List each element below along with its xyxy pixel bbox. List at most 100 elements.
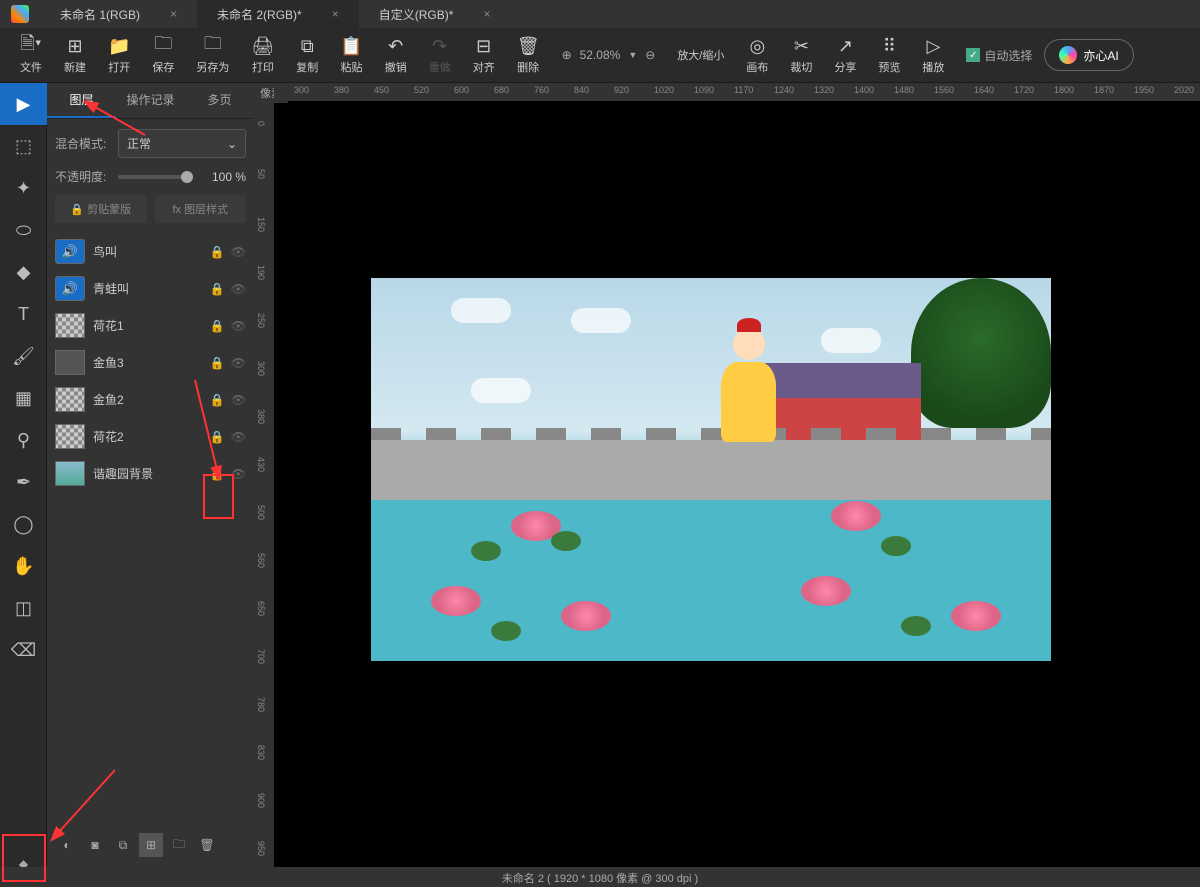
lock-icon[interactable]: 🔒 [210,467,225,481]
crop-tool[interactable]: ◫ [0,587,47,629]
saveas-button[interactable]: 🗀另存为 [186,31,239,79]
zoom-out-icon[interactable]: ⊖ [645,48,655,62]
tab-pages[interactable]: 多页 [185,83,254,118]
tab-1-label: 未命名 1(RGB) [60,6,140,23]
layer-name: 荷花2 [93,428,202,445]
lock-icon[interactable]: 🔒 [210,319,225,333]
layer-thumb: 🔊 [55,239,85,264]
brush-tool[interactable]: 🖌 [0,335,47,377]
layer-name: 金鱼3 [93,354,202,371]
tab-layers[interactable]: 图层 [47,83,116,118]
layer-item[interactable]: 🔊 鸟叫 🔒👁 [47,233,254,270]
ai-button[interactable]: 亦心AI [1044,39,1133,71]
open-button[interactable]: 📁打开 [98,31,140,79]
canvas[interactable] [371,278,1051,661]
clip-mask-button[interactable]: 🔒 剪贴蒙版 [55,195,147,223]
undo-button[interactable]: ↶撤销 [375,31,417,79]
tab-1[interactable]: 未命名 1(RGB) × [40,0,197,28]
app-logo [0,5,40,23]
lock-icon[interactable]: 🔒 [210,245,225,259]
shape-tool[interactable]: ◯ [0,503,47,545]
lock-icon[interactable]: 🔒 [210,393,225,407]
merge-icon[interactable]: ⧉ [111,833,135,857]
eye-icon[interactable]: 👁 [231,356,246,370]
opacity-label: 不透明度: [55,168,110,185]
blend-mode-label: 混合模式: [55,135,110,152]
layer-item[interactable]: 荷花2 🔒 👁 [47,418,254,455]
preview-button[interactable]: ⠿预览 [868,31,910,79]
mask-icon[interactable]: ◙ [83,833,107,857]
opacity-value: 100 % [201,170,246,184]
pen-tool[interactable]: ✒ [0,461,47,503]
layer-name: 青蛙叫 [93,280,202,297]
close-icon[interactable]: × [332,7,339,21]
copy-button[interactable]: ⧉复制 [286,31,328,79]
layer-style-button[interactable]: fx 图层样式 [155,195,247,223]
auto-select-checkbox[interactable]: ✓自动选择 [966,47,1032,64]
redo-button[interactable]: ↷重做 [419,31,461,79]
eye-icon[interactable]: 👁 [231,393,246,407]
layer-name: 荷花1 [93,317,202,334]
lock-icon[interactable]: 🔒 [210,430,225,444]
bucket-tool[interactable]: ◆ [0,251,47,293]
crop-button[interactable]: ✂裁切 [780,31,822,79]
eye-icon[interactable]: 👁 [231,467,246,481]
share-button[interactable]: ↗分享 [824,31,866,79]
marquee-tool[interactable]: ⬚ [0,125,47,167]
layer-item[interactable]: 谐趣园背景 🔒 👁 [47,455,254,492]
file-button[interactable]: 🗎▾文件 [10,31,52,79]
tab-2[interactable]: 未命名 2(RGB)* × [197,0,359,28]
ruler-vertical: 0501501902503003804305005606507007808309… [254,101,274,887]
blend-mode-select[interactable]: 正常⌄ [118,129,246,158]
zoom-in-icon[interactable]: ⊕ [562,48,572,62]
eraser-tool[interactable]: ⌫ [0,629,47,671]
statusbar: 未命名 2 ( 1920 * 1080 像素 @ 300 dpi ) [0,867,1200,887]
zoom-label: 放大/缩小 [677,47,724,63]
hand-tool[interactable]: ✋ [0,545,47,587]
lock-icon[interactable]: 🔒 [210,356,225,370]
tab-3[interactable]: 自定义(RGB)*× [359,0,511,28]
align-button[interactable]: ⊟对齐 [463,31,505,79]
eye-icon[interactable]: 👁 [231,245,246,259]
move-tool[interactable]: ▶ [0,83,47,125]
pattern-tool[interactable]: ▦ [0,377,47,419]
layer-name: 谐趣园背景 [93,465,202,482]
close-icon[interactable]: × [170,7,177,21]
save-button[interactable]: 🗀保存 [142,31,184,79]
delete-button[interactable]: 🗑删除 [507,31,550,79]
layer-item[interactable]: 荷花1 🔒 👁 [47,307,254,344]
chevron-down-icon: ⌄ [227,137,237,151]
layer-name: 金鱼2 [93,391,202,408]
eye-icon[interactable]: 👁 [231,430,246,444]
layer-thumb [55,461,85,486]
zoom-value[interactable]: 52.08% [580,48,621,62]
play-button[interactable]: ▷播放 [912,31,954,79]
wand-tool[interactable]: ✦ [0,167,47,209]
layer-thumb [55,424,85,449]
close-icon[interactable]: × [483,7,490,21]
tab-2-label: 未命名 2(RGB)* [217,6,302,23]
layer-thumb: 🔊 [55,276,85,301]
add-layer-icon[interactable]: ⊞ [139,833,163,857]
eye-icon[interactable]: 👁 [231,319,246,333]
paste-button[interactable]: 📋粘贴 [330,31,372,79]
text-tool[interactable]: T [0,293,47,335]
eye-icon[interactable]: 👁 [231,282,246,296]
folder-icon[interactable]: 🗀 [167,833,191,857]
eyedropper-tool[interactable]: ⚲ [0,419,47,461]
layer-item[interactable]: 金鱼2 🔒 👁 [47,381,254,418]
layer-thumb [55,387,85,412]
adjustment-icon[interactable]: ◐ [55,833,79,857]
lock-icon[interactable]: 🔒 [210,282,225,296]
layer-item[interactable]: 🔊 青蛙叫 🔒 👁 [47,270,254,307]
layer-thumb [55,350,85,375]
new-button[interactable]: ⊞新建 [54,31,96,79]
trash-icon[interactable]: 🗑 [195,833,219,857]
opacity-slider[interactable] [118,175,193,179]
print-button[interactable]: 🖨打印 [241,31,284,79]
layer-thumb [55,313,85,338]
tab-history[interactable]: 操作记录 [116,83,185,118]
canvas-button[interactable]: ◎画布 [736,31,778,79]
layer-item[interactable]: 金鱼3 🔒 👁 [47,344,254,381]
lasso-tool[interactable]: ⬭ [0,209,47,251]
